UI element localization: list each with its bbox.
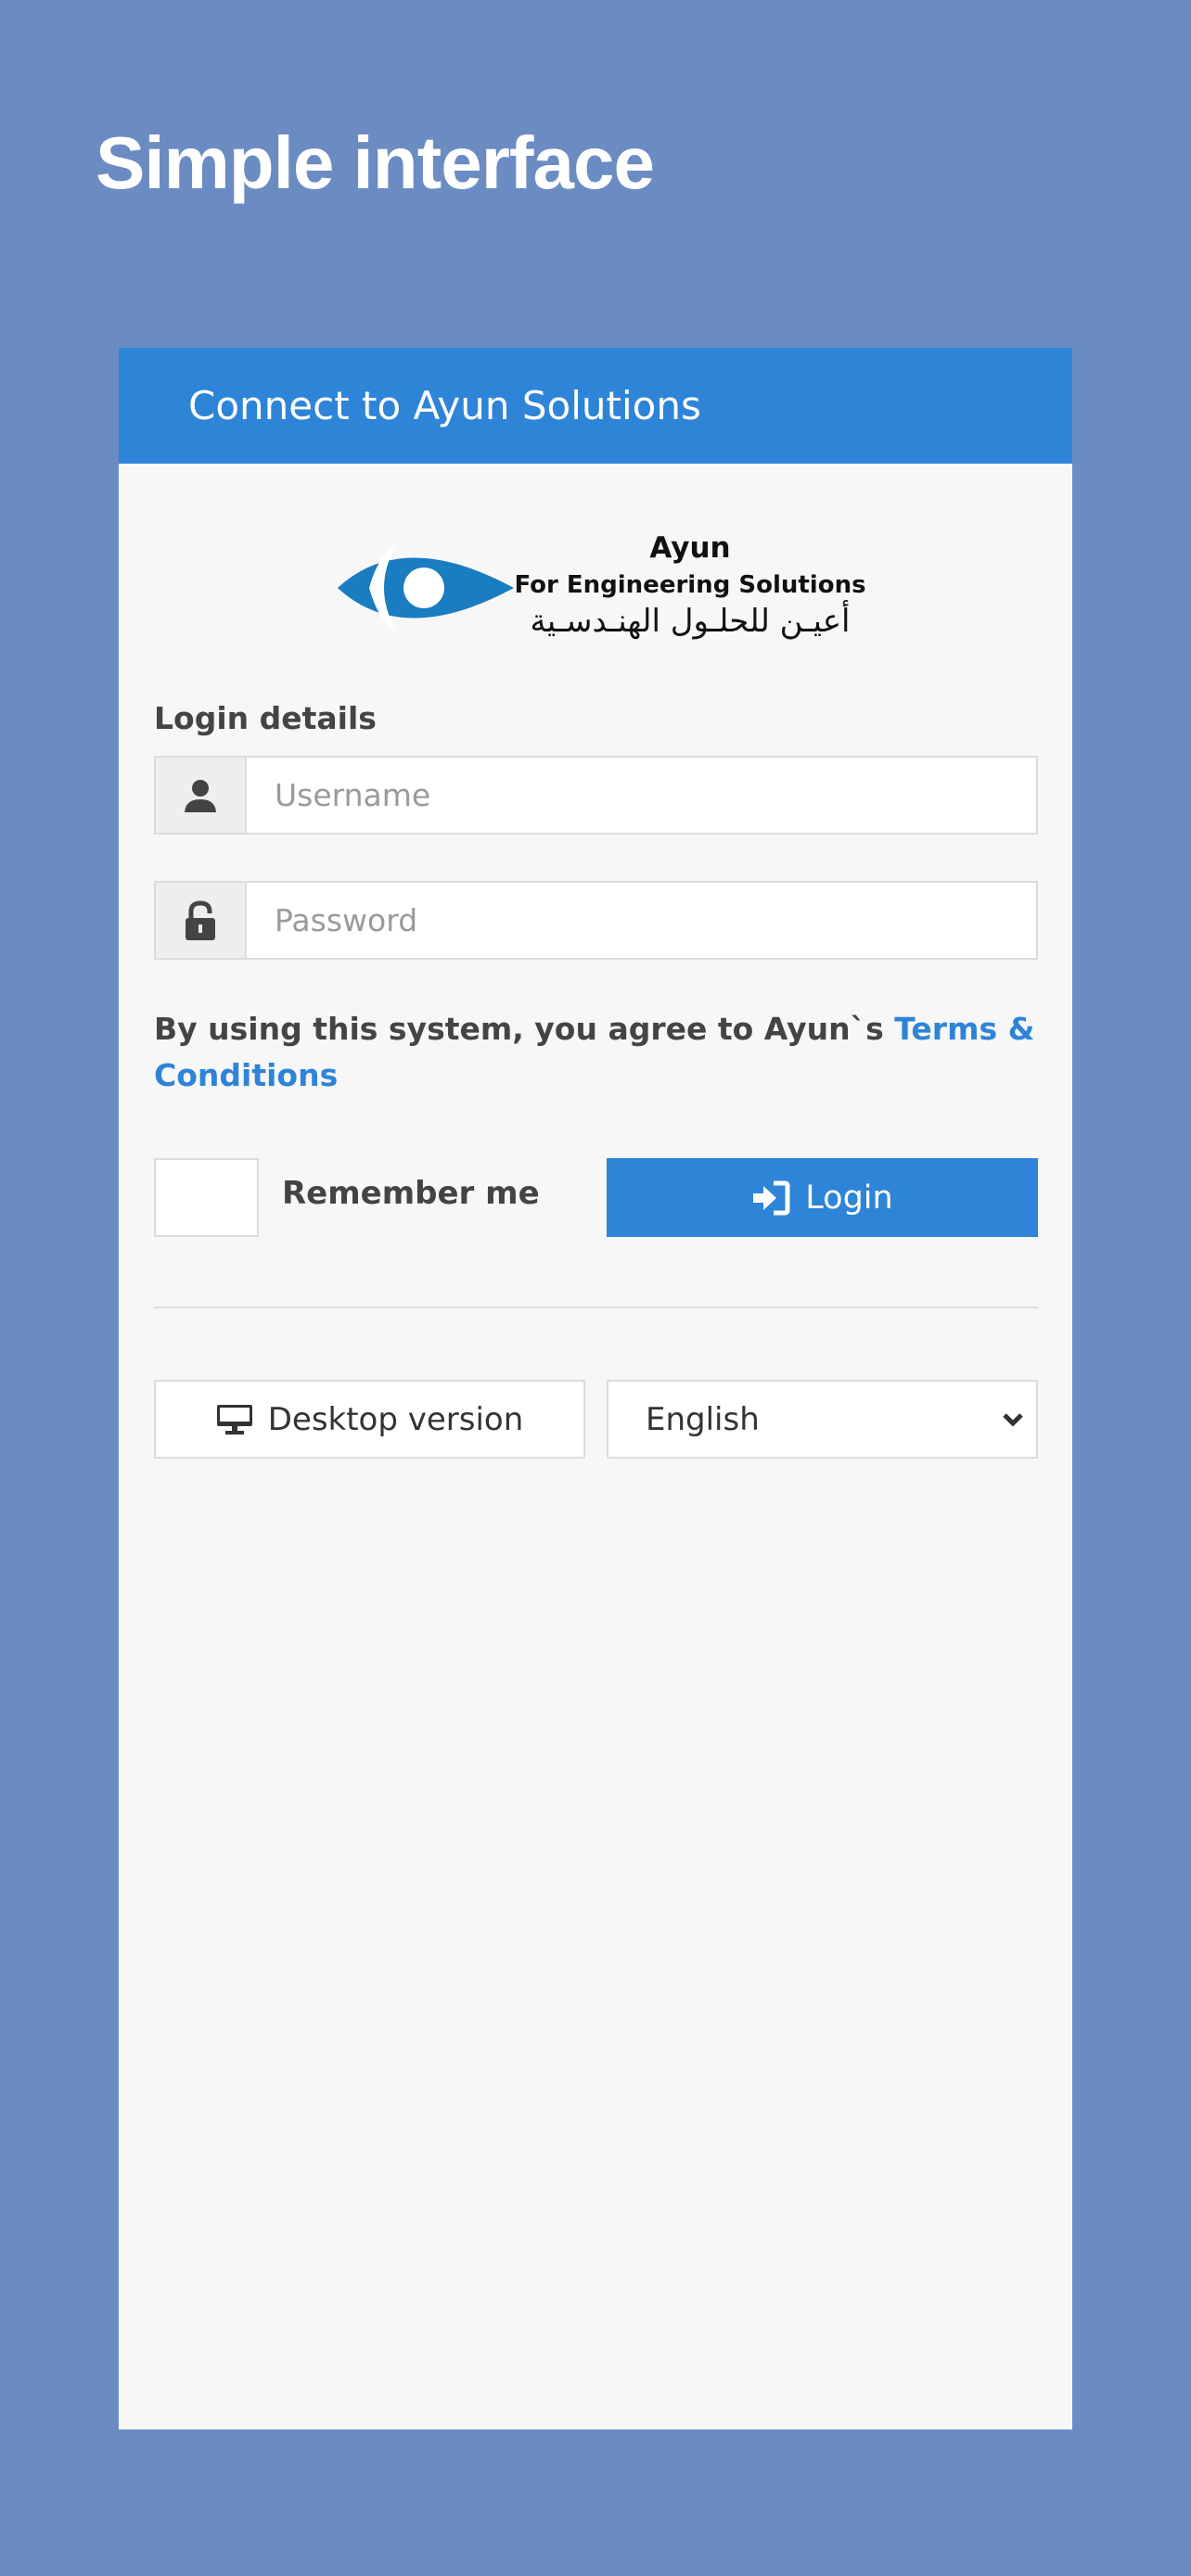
terms-notice: By using this system, you agree to Ayun`… [154, 1006, 1044, 1099]
remember-me-label[interactable]: Remember me [282, 1175, 540, 1212]
monitor-icon [216, 1404, 252, 1435]
page-headline: Simple interface [96, 121, 655, 204]
page: Simple interface Connect to Ayun Solutio… [0, 0, 1191, 2576]
divider [154, 1307, 1038, 1308]
login-label: Login [805, 1179, 893, 1217]
eye-logo-icon [338, 547, 514, 629]
language-select[interactable]: English [607, 1380, 1038, 1459]
username-input[interactable] [247, 758, 1036, 833]
chevron-down-icon [1003, 1413, 1023, 1427]
password-field [154, 881, 1038, 960]
logo-name: Ayun [649, 531, 731, 565]
user-icon [185, 779, 216, 812]
password-input[interactable] [247, 883, 1036, 958]
company-logo: Ayun For Engineering Solutions أعيـن للح… [338, 529, 866, 644]
logo-arabic: أعيـن للحلـول الهنـدسـية [530, 603, 851, 640]
username-addon [156, 758, 247, 833]
language-selected-value: English [646, 1400, 760, 1438]
sign-in-icon [753, 1180, 790, 1215]
lock-icon [186, 899, 215, 940]
login-details-label: Login details [154, 700, 377, 736]
login-button[interactable]: Login [607, 1158, 1038, 1237]
terms-text: By using this system, you agree to Ayun`… [154, 1011, 895, 1047]
remember-me-checkbox[interactable] [154, 1158, 259, 1237]
desktop-version-label: Desktop version [267, 1400, 524, 1438]
card-header-title: Connect to Ayun Solutions [188, 383, 701, 428]
desktop-version-button[interactable]: Desktop version [154, 1380, 585, 1459]
password-addon [156, 883, 247, 958]
login-card: Connect to Ayun Solutions Ayun For Engin… [119, 348, 1072, 2429]
card-header: Connect to Ayun Solutions [119, 348, 1072, 464]
logo-text: Ayun For Engineering Solutions أعيـن للح… [514, 529, 866, 640]
username-field [154, 756, 1038, 835]
logo-tagline: For Engineering Solutions [514, 571, 866, 599]
